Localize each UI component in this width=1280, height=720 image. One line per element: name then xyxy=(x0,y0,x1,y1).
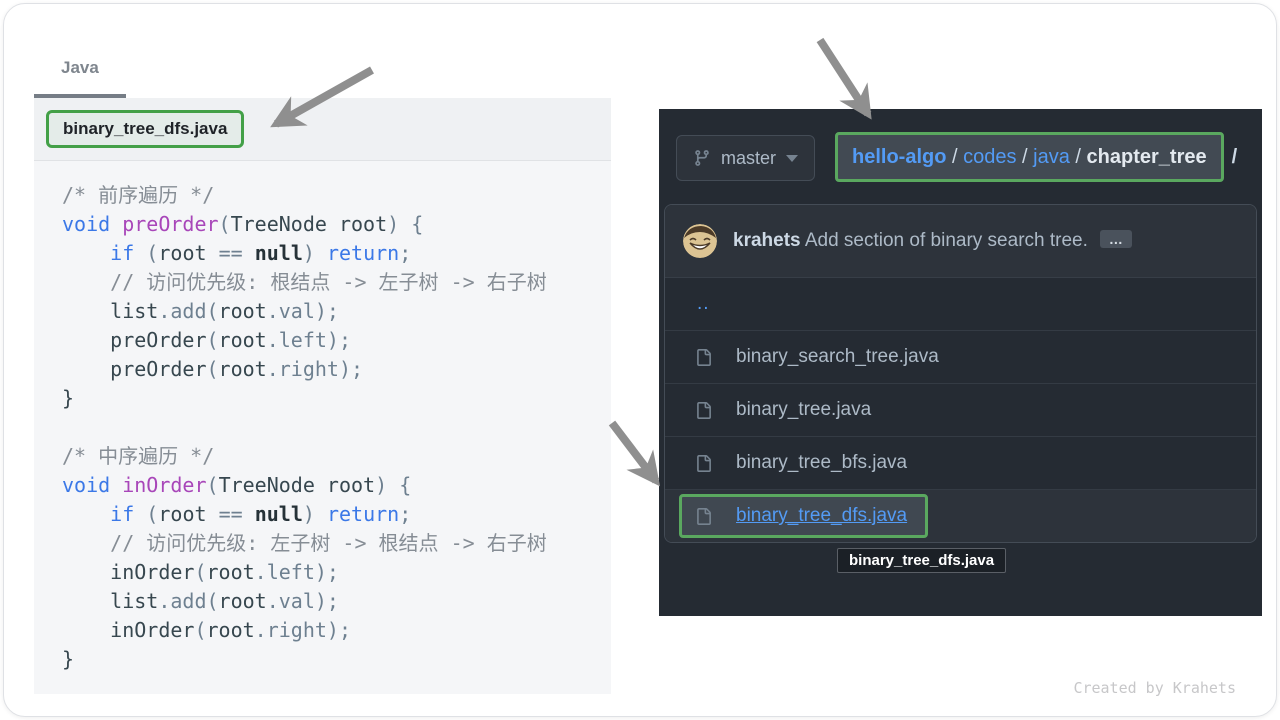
code-line: void preOrder(TreeNode root) { xyxy=(62,210,605,239)
breadcrumb-segment: chapter_tree xyxy=(1087,146,1207,169)
latest-commit-row: krahets Add section of binary search tre… xyxy=(665,205,1256,278)
github-panel: master hello-algo / codes / java / chapt… xyxy=(659,109,1262,616)
file-link[interactable]: binary_tree_dfs.java xyxy=(736,505,907,527)
code-line: inOrder(root.right); xyxy=(62,616,605,645)
breadcrumb-segment[interactable]: codes xyxy=(963,146,1016,169)
code-line: preOrder(root.left); xyxy=(62,326,605,355)
code-line: preOrder(root.right); xyxy=(62,355,605,384)
credit-text: Created by Krahets xyxy=(1073,679,1236,697)
file-row[interactable]: binary_tree_bfs.java xyxy=(665,437,1256,490)
code-line: list.add(root.val); xyxy=(62,587,605,616)
filename-tooltip: binary_tree_dfs.java xyxy=(837,548,1006,573)
chevron-down-icon xyxy=(786,155,798,162)
code-line: if (root == null) return; xyxy=(62,500,605,529)
arrow-to-dfs-file xyxy=(612,423,656,481)
file-icon xyxy=(695,455,712,472)
file-row[interactable]: binary_tree_dfs.java xyxy=(665,490,1256,542)
filename-highlight-box: binary_tree_dfs.java xyxy=(46,110,244,148)
parent-directory-link[interactable]: .. xyxy=(697,293,710,315)
parent-directory-row[interactable]: .. xyxy=(665,278,1256,331)
branch-selector-button[interactable]: master xyxy=(676,135,815,181)
file-icon xyxy=(695,402,712,419)
breadcrumb-segment[interactable]: hello-algo xyxy=(852,146,946,169)
code-line: if (root == null) return; xyxy=(62,239,605,268)
code-line: list.add(root.val); xyxy=(62,297,605,326)
breadcrumb-separator: / xyxy=(946,146,963,169)
code-card: binary_tree_dfs.java /* 前序遍历 */void preO… xyxy=(34,98,611,694)
code-filename: binary_tree_dfs.java xyxy=(63,119,227,139)
code-line: /* 中序遍历 */ xyxy=(62,442,605,471)
file-row[interactable]: binary_search_tree.java xyxy=(665,331,1256,384)
file-link[interactable]: binary_search_tree.java xyxy=(736,346,939,368)
commit-message: krahets Add section of binary search tre… xyxy=(733,230,1132,252)
file-icon xyxy=(695,349,712,366)
breadcrumb-separator: / xyxy=(1070,146,1087,169)
tab-java[interactable]: Java xyxy=(61,58,99,78)
commit-ellipsis-button[interactable]: … xyxy=(1100,230,1132,248)
branch-name: master xyxy=(721,148,776,169)
breadcrumb-row: hello-algo / codes / java / chapter_tree… xyxy=(835,131,1237,183)
file-link[interactable]: binary_tree.java xyxy=(736,399,871,421)
code-line: // 访问优先级: 左子树 -> 根结点 -> 右子树 xyxy=(62,529,605,558)
file-browser-box: krahets Add section of binary search tre… xyxy=(664,204,1257,543)
file-row[interactable]: binary_tree.java xyxy=(665,384,1256,437)
git-branch-icon xyxy=(693,149,711,167)
avatar[interactable] xyxy=(683,224,717,258)
breadcrumb-separator: / xyxy=(1017,146,1034,169)
file-link[interactable]: binary_tree_bfs.java xyxy=(736,452,907,474)
code-line: } xyxy=(62,384,605,413)
screenshot-card: Java binary_tree_dfs.java /* 前序遍历 */void… xyxy=(3,3,1277,717)
file-icon xyxy=(695,508,712,525)
breadcrumb-segment[interactable]: java xyxy=(1033,146,1070,169)
code-line: inOrder(root.left); xyxy=(62,558,605,587)
breadcrumb: hello-algo / codes / java / chapter_tree xyxy=(835,132,1224,182)
arrow-to-breadcrumb xyxy=(820,40,868,114)
code-line: } xyxy=(62,645,605,674)
code-line xyxy=(62,413,605,442)
commit-author[interactable]: krahets xyxy=(733,230,801,251)
code-line: /* 前序遍历 */ xyxy=(62,181,605,210)
code-line: void inOrder(TreeNode root) { xyxy=(62,471,605,500)
code-line: // 访问优先级: 根结点 -> 左子树 -> 右子树 xyxy=(62,268,605,297)
file-highlight-box: binary_tree_dfs.java xyxy=(679,494,928,538)
code-header: binary_tree_dfs.java xyxy=(34,98,611,161)
code-block: /* 前序遍历 */void preOrder(TreeNode root) {… xyxy=(34,161,611,674)
file-list: binary_search_tree.java binary_tree.javab… xyxy=(665,331,1256,542)
breadcrumb-trailing-slash: / xyxy=(1232,146,1238,169)
